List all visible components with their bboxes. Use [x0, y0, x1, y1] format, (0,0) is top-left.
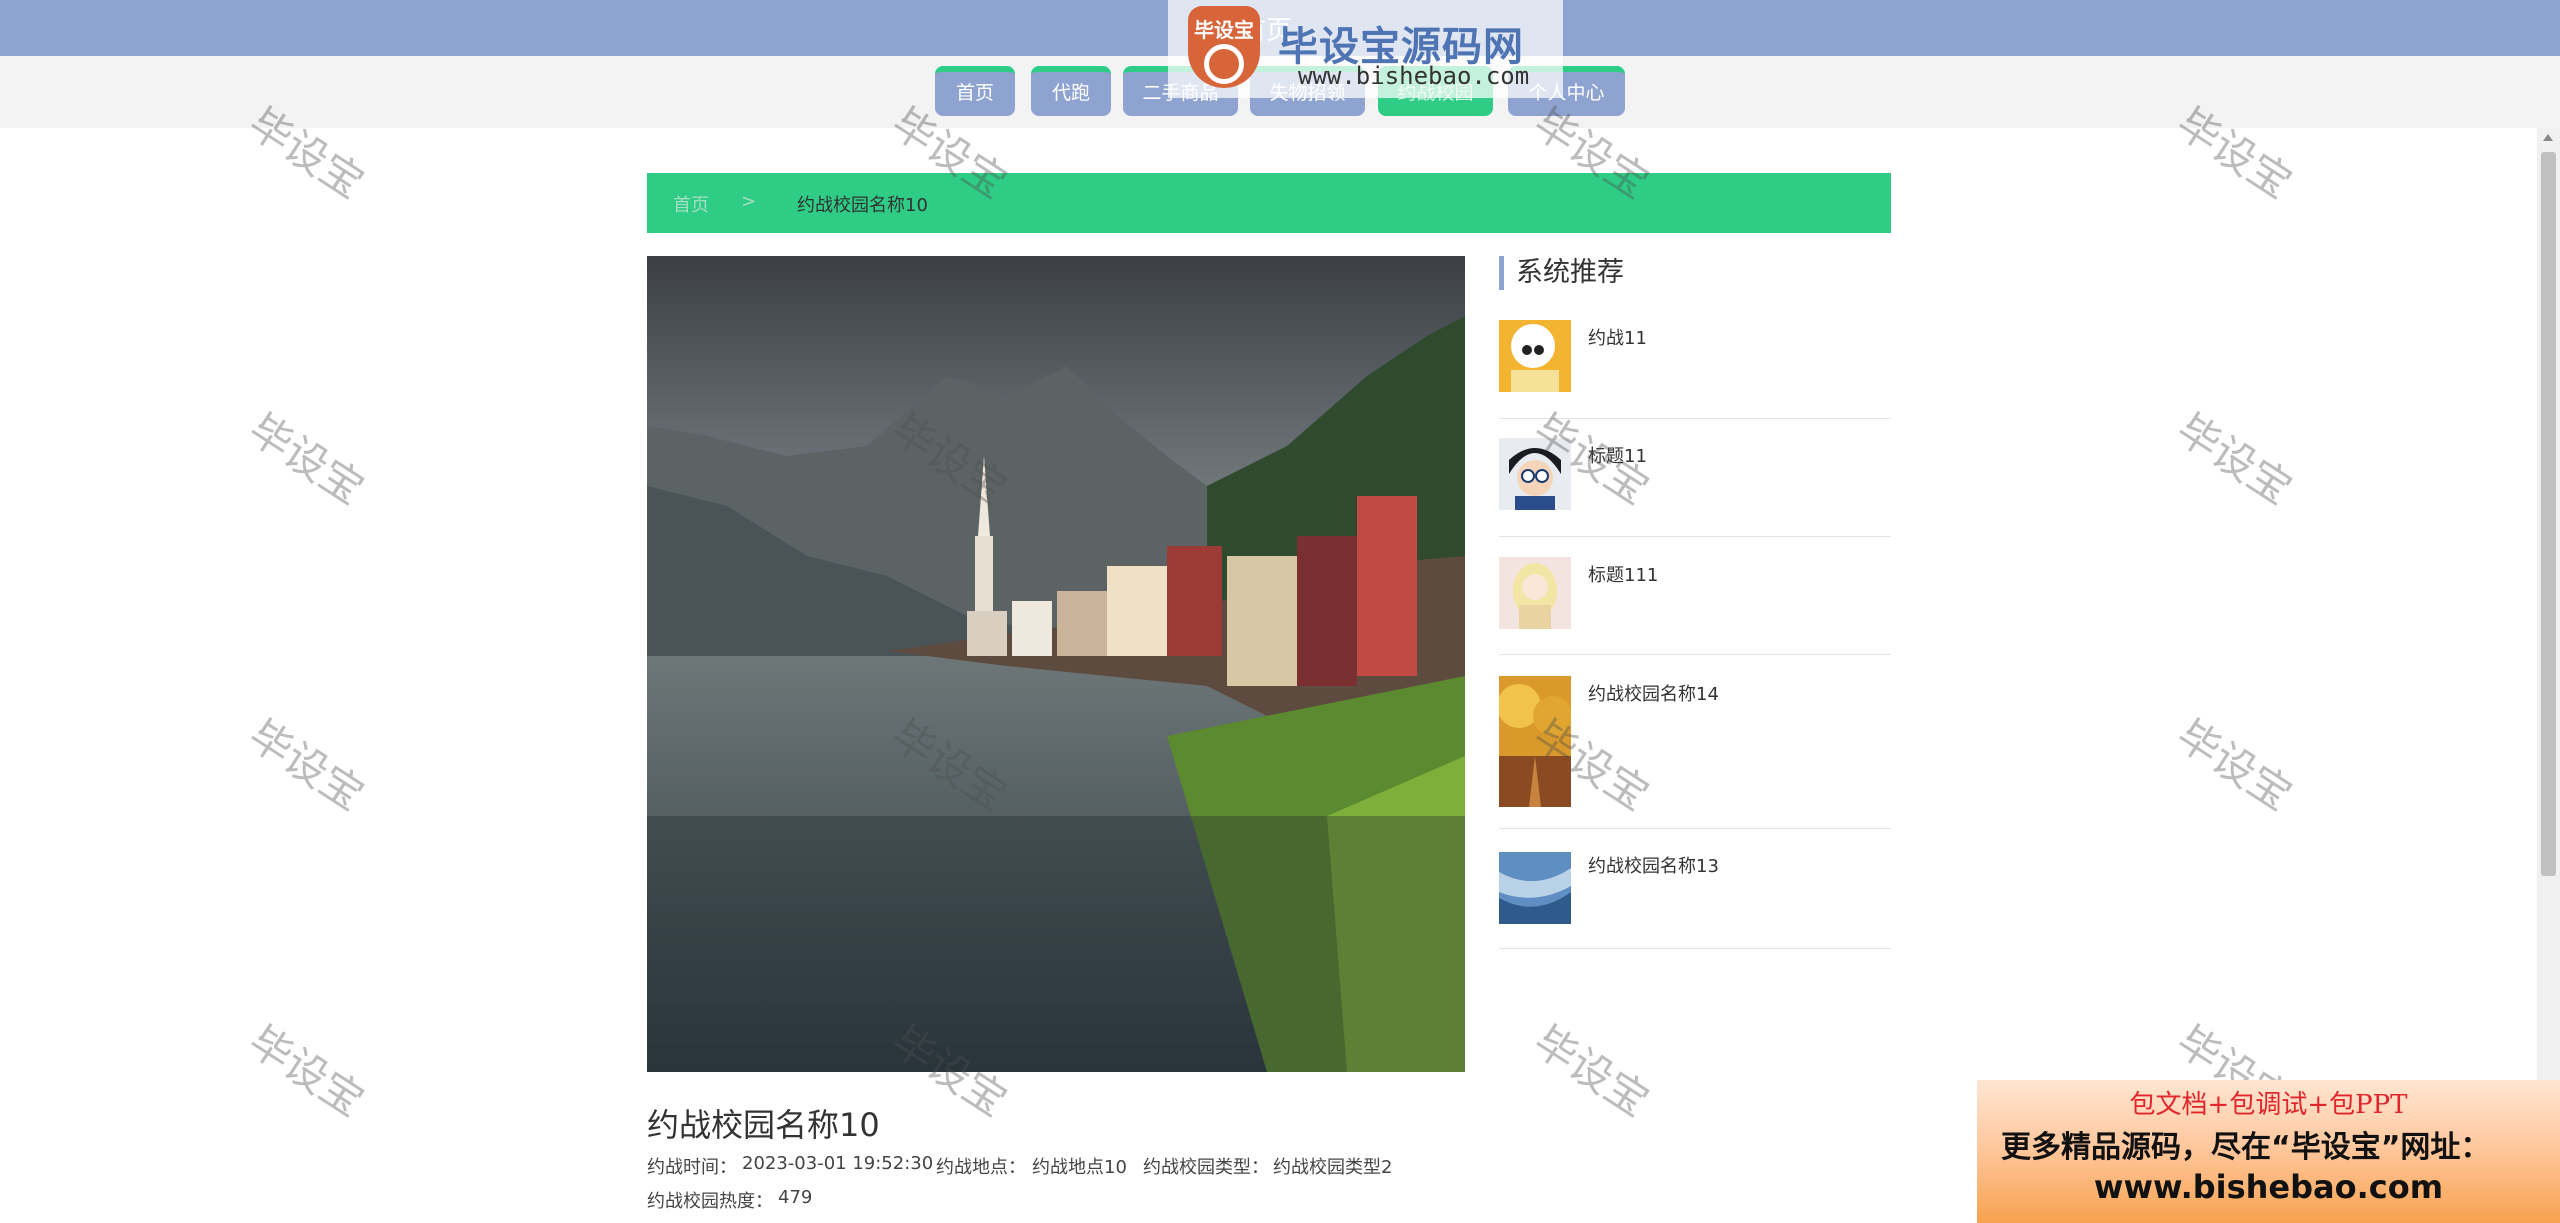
recommend-title: 约战校园名称14 — [1588, 684, 1719, 705]
detail-title: 约战校园名称10 — [647, 1106, 880, 1144]
promo-line-1: 包文档+包调试+包PPT — [2129, 1090, 2408, 1120]
scroll-up-arrow-icon[interactable] — [2543, 134, 2553, 141]
recommend-thumbnail — [1499, 320, 1571, 392]
watermark: 毕设宝 — [2168, 710, 2301, 820]
recommend-item[interactable]: 约战11 — [1499, 320, 1891, 419]
meta-location-label: 约战地点： — [936, 1157, 1026, 1178]
recommend-item[interactable]: 约战校园名称13 — [1499, 852, 1891, 949]
meta-time-label: 约战时间： — [647, 1157, 737, 1178]
breadcrumb-home[interactable]: 首页 — [673, 191, 709, 217]
recommend-thumbnail — [1499, 852, 1571, 924]
promo-line-2: 更多精品源码，尽在“毕设宝”网址： — [2001, 1130, 2491, 1165]
meta-heat-value: 479 — [778, 1187, 813, 1208]
watermark: 毕设宝 — [240, 1016, 373, 1126]
nav-item-errand[interactable]: 代跑 — [1031, 66, 1111, 116]
recommend-item[interactable]: 标题11 — [1499, 438, 1891, 537]
recommend-item[interactable]: 约战校园名称14 — [1499, 676, 1891, 829]
page-scrollbar[interactable] — [2537, 128, 2560, 1223]
logo-ring-icon — [1204, 44, 1244, 84]
watermark: 毕设宝 — [2168, 404, 2301, 514]
recommend-title: 标题11 — [1588, 446, 1647, 467]
recommend-thumbnail — [1499, 557, 1571, 629]
site-logo: 毕设宝 毕设宝源码网 www.bishebao.com — [1168, 0, 1563, 98]
promo-banner[interactable]: 包文档+包调试+包PPT 更多精品源码，尽在“毕设宝”网址： www.bishe… — [1977, 1080, 2560, 1223]
meta-type-value: 约战校园类型2 — [1273, 1157, 1393, 1178]
recommend-item[interactable]: 标题111 — [1499, 557, 1891, 655]
breadcrumb: 首页 > 约战校园名称10 — [647, 173, 1891, 233]
detail-main-image — [647, 256, 1465, 1072]
breadcrumb-current: 约战校园名称10 — [797, 195, 928, 216]
logo-emblem-text: 毕设宝 — [1194, 18, 1254, 42]
meta-type-label: 约战校园类型： — [1143, 1157, 1269, 1178]
meta-heat-label: 约战校园热度： — [647, 1191, 773, 1212]
breadcrumb-separator: > — [741, 191, 757, 212]
recommend-thumbnail — [1499, 438, 1571, 510]
scrollbar-thumb[interactable] — [2541, 152, 2556, 876]
recommend-title: 约战校园名称13 — [1588, 856, 1719, 877]
meta-time-value: 2023-03-01 19:52:30 — [742, 1153, 934, 1174]
recommend-title: 标题111 — [1588, 565, 1659, 586]
watermark: 毕设宝 — [240, 710, 373, 820]
watermark: 毕设宝 — [1525, 1016, 1658, 1126]
promo-url: www.bishebao.com — [2093, 1168, 2444, 1206]
logo-url: www.bishebao.com — [1298, 62, 1530, 90]
watermark: 毕设宝 — [240, 404, 373, 514]
nav-item-home[interactable]: 首页 — [935, 66, 1015, 116]
meta-location-value: 约战地点10 — [1032, 1157, 1127, 1178]
logo-emblem-icon: 毕设宝 — [1188, 6, 1260, 88]
recommend-title: 约战11 — [1588, 328, 1647, 349]
recommend-thumbnail — [1499, 676, 1571, 807]
sidebar-heading: 系统推荐 — [1499, 256, 1624, 290]
